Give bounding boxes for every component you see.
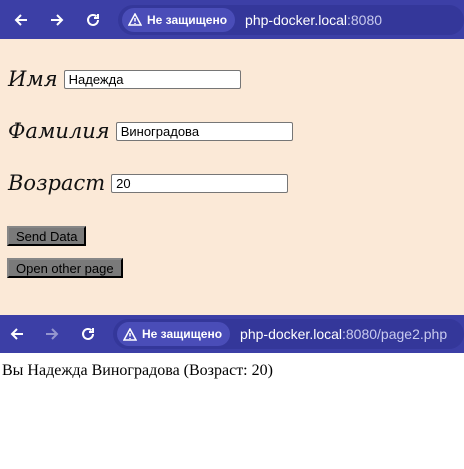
first-name-label: Имя <box>8 67 58 91</box>
forward-arrow-icon <box>51 13 64 26</box>
reload-button-2[interactable] <box>73 319 103 349</box>
forward-button[interactable] <box>42 5 72 35</box>
reload-button[interactable] <box>78 5 108 35</box>
back-button-2[interactable] <box>2 319 32 349</box>
url-host: php-docker.local <box>245 11 347 28</box>
last-name-input[interactable] <box>115 121 293 141</box>
url-text-2: php-docker.local:8080/page2.php <box>240 326 447 342</box>
result-text: Вы Надежда Виноградова (Возраст: 20) <box>2 362 273 379</box>
back-arrow-icon <box>14 13 27 26</box>
first-name-row: Имя <box>8 67 241 91</box>
reload-icon <box>82 327 94 340</box>
form-page: Имя Фамилия Возраст Send Data Open other… <box>0 39 464 315</box>
last-name-row: Фамилия <box>8 119 293 143</box>
back-button[interactable] <box>6 5 36 35</box>
forward-button-2[interactable] <box>37 319 67 349</box>
browser-toolbar-bottom: Не защищено php-docker.local:8080/page2.… <box>0 315 464 353</box>
browser-toolbar-top: Не защищено php-docker.local:8080 <box>0 0 464 39</box>
age-label: Возраст <box>8 171 106 195</box>
age-row: Возраст <box>8 171 289 195</box>
address-bar[interactable]: Не защищено php-docker.local:8080 <box>118 4 464 35</box>
forward-arrow-icon <box>46 328 59 340</box>
reload-icon <box>87 13 99 26</box>
send-data-button[interactable]: Send Data <box>7 226 87 246</box>
url-host-2: php-docker.local <box>240 326 342 342</box>
security-chip-2[interactable]: Не защищено <box>117 322 231 346</box>
address-bar-2[interactable]: Не защищено php-docker.local:8080/page2.… <box>113 319 464 349</box>
open-other-page-button[interactable]: Open other page <box>7 258 123 278</box>
warning-triangle-icon <box>123 327 137 341</box>
security-label: Не защищено <box>147 12 228 27</box>
url-text: php-docker.local:8080 <box>245 12 382 28</box>
first-name-input[interactable] <box>63 69 241 89</box>
security-label-2: Не защищено <box>142 327 223 341</box>
back-arrow-icon <box>10 328 23 340</box>
url-rest: :8080 <box>347 11 383 28</box>
warning-triangle-icon <box>128 13 142 26</box>
url-rest-2: :8080/page2.php <box>342 326 448 342</box>
last-name-label: Фамилия <box>8 119 110 143</box>
security-chip[interactable]: Не защищено <box>122 7 236 32</box>
age-input[interactable] <box>111 173 289 193</box>
